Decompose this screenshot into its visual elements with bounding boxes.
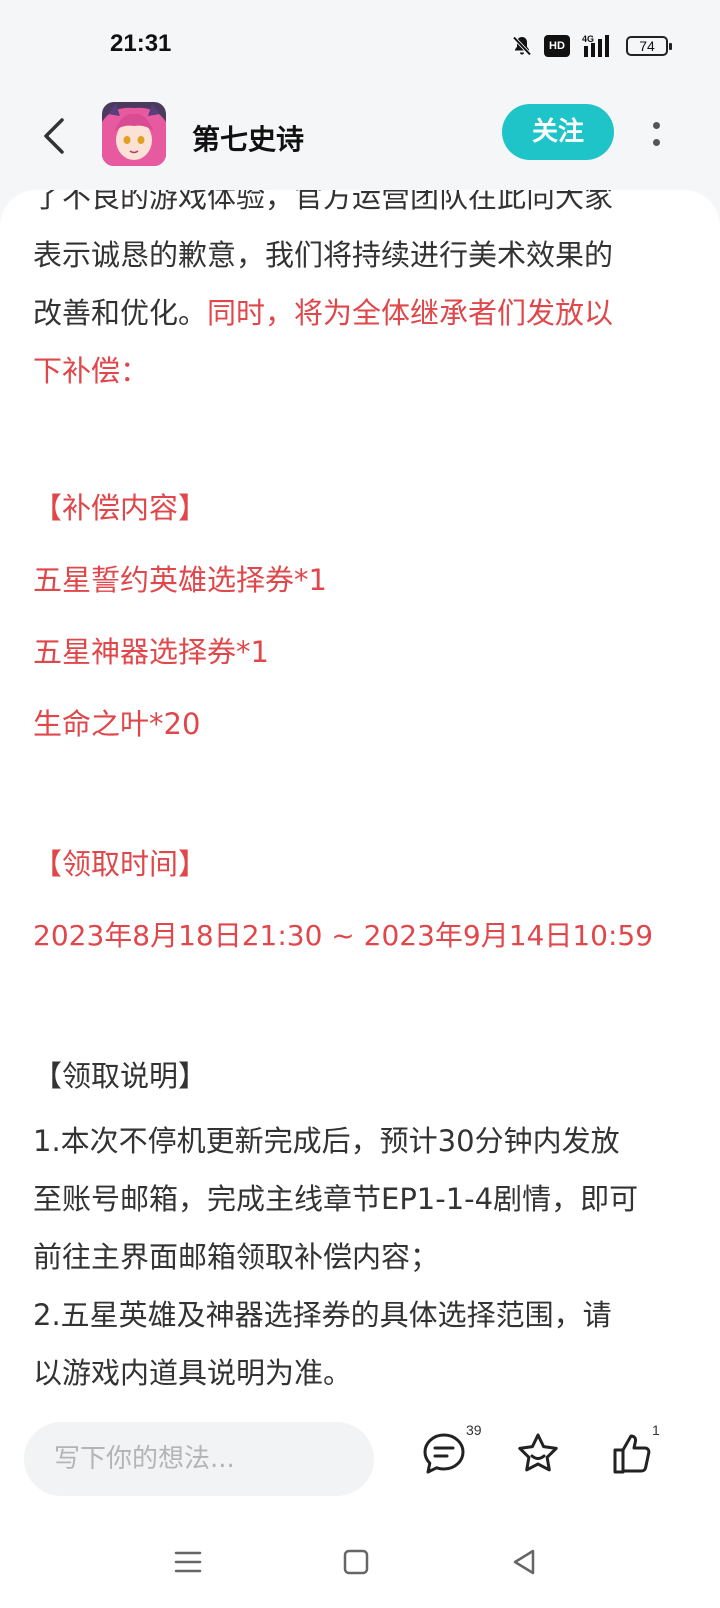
more-options-button[interactable] xyxy=(644,110,668,158)
compensation-item: 五星神器选择券*1 xyxy=(33,635,269,669)
compensation-item: 生命之叶*20 xyxy=(33,707,201,741)
svg-text:4G: 4G xyxy=(582,34,594,44)
avatar[interactable] xyxy=(102,102,166,166)
instructions-heading: 【领取说明】 xyxy=(33,1059,208,1093)
battery-icon: 74 xyxy=(626,36,672,56)
article-card: 了不良的游戏体验，官方运营团队在此向大家 表示诚恳的歉意，我们将持续进行美术效果… xyxy=(0,190,720,1400)
recent-apps-button[interactable] xyxy=(164,1540,212,1588)
status-time: 21:31 xyxy=(110,30,172,57)
time-range: 2023年8月18日21:30 ~ 2023年9月14日10:59 xyxy=(33,919,654,952)
system-nav-bar xyxy=(0,1520,720,1608)
compensation-item: 五星誓约英雄选择券*1 xyxy=(33,563,327,597)
article-text: 改善和优化。 xyxy=(33,296,208,330)
article-line: 改善和优化。同时，将为全体继承者们发放以 xyxy=(33,284,690,342)
comment-icon xyxy=(421,1431,467,1481)
favorite-button[interactable] xyxy=(510,1428,566,1484)
page-title[interactable]: 第七史诗 xyxy=(192,118,304,158)
star-icon xyxy=(515,1431,561,1481)
hd-icon: HD xyxy=(544,35,570,57)
compensation-heading: 【补偿内容】 xyxy=(33,491,208,525)
status-bar: 21:31 HD 4G 74 xyxy=(0,0,720,92)
mute-bell-icon xyxy=(510,34,534,58)
article-body: 了不良的游戏体验，官方运营团队在此向大家 表示诚恳的歉意，我们将持续进行美术效果… xyxy=(33,190,690,1400)
more-vertical-icon xyxy=(652,122,660,146)
signal-icon: 4G xyxy=(580,33,616,59)
back-arrow-icon xyxy=(42,117,66,159)
comment-count: 39 xyxy=(466,1422,482,1438)
home-square-icon xyxy=(343,1549,369,1579)
bottom-action-bar: 39 1 xyxy=(0,1400,720,1520)
comment-button[interactable] xyxy=(416,1428,472,1484)
instruction-line: 1.本次不停机更新完成后，预计30分钟内发放 xyxy=(33,1124,620,1158)
instruction-line: 以游戏内道具说明为准。 xyxy=(33,1356,353,1390)
article-line: 表示诚恳的歉意，我们将持续进行美术效果的 xyxy=(33,238,614,272)
back-button[interactable] xyxy=(34,114,74,162)
time-heading: 【领取时间】 xyxy=(33,847,208,881)
highlight-text: 下补偿： xyxy=(33,354,150,388)
follow-button[interactable]: 关注 xyxy=(502,104,614,160)
like-count: 1 xyxy=(652,1422,660,1438)
status-icons: HD 4G 74 xyxy=(510,30,672,62)
system-back-button[interactable] xyxy=(500,1540,548,1588)
instruction-line: 前往主界面邮箱领取补偿内容； xyxy=(33,1240,440,1274)
comment-input[interactable] xyxy=(24,1422,374,1496)
thumbs-up-icon xyxy=(609,1431,655,1481)
back-triangle-icon xyxy=(511,1548,537,1580)
menu-icon xyxy=(174,1549,202,1579)
header: 第七史诗 关注 xyxy=(0,92,720,192)
instruction-line: 至账号邮箱，完成主线章节EP1-1-4剧情，即可 xyxy=(33,1182,639,1216)
home-button[interactable] xyxy=(332,1540,380,1588)
article-line: 了不良的游戏体验，官方运营团队在此向大家 xyxy=(33,190,614,214)
highlight-text: 同时，将为全体继承者们发放以 xyxy=(207,296,614,330)
instruction-line: 2.五星英雄及神器选择券的具体选择范围，请 xyxy=(33,1298,612,1332)
